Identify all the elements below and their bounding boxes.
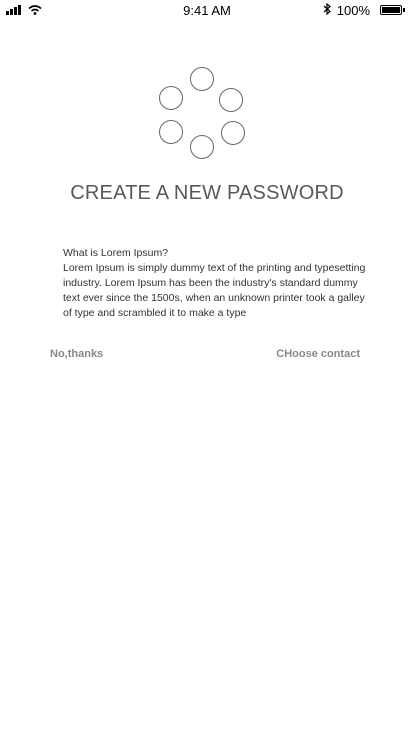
pattern-dot[interactable] xyxy=(190,135,214,159)
no-thanks-button[interactable]: No,thanks xyxy=(50,348,103,360)
pattern-lock[interactable] xyxy=(152,64,252,164)
page-title: CREATE A NEW PASSWORD xyxy=(70,182,344,204)
battery-icon xyxy=(380,5,402,15)
battery-level xyxy=(382,7,400,13)
choose-contact-button[interactable]: CHoose contact xyxy=(276,348,360,360)
description-body: Lorem Ipsum is simply dummy text of the … xyxy=(63,262,366,319)
bluetooth-icon xyxy=(323,2,331,18)
status-bar: 9:41 AM 100% xyxy=(0,0,414,22)
pattern-dot[interactable] xyxy=(159,86,183,110)
battery-percent: 100% xyxy=(336,3,370,18)
description-heading: What is Lorem Ipsum? xyxy=(63,247,169,259)
battery-cap xyxy=(403,8,405,12)
status-right: 100% xyxy=(323,2,370,18)
description: What is Lorem Ipsum? Lorem Ipsum is simp… xyxy=(63,246,373,321)
pattern-dot[interactable] xyxy=(190,67,214,91)
pattern-dot[interactable] xyxy=(219,88,243,112)
pattern-dot[interactable] xyxy=(221,121,245,145)
pattern-dot[interactable] xyxy=(159,120,183,144)
